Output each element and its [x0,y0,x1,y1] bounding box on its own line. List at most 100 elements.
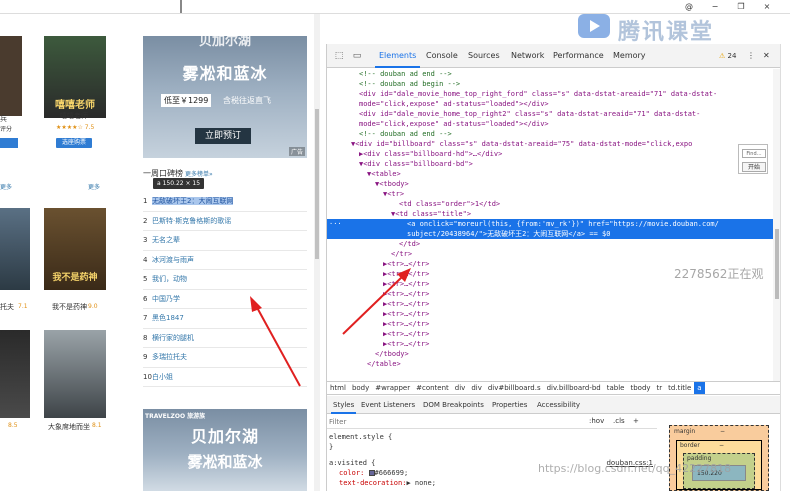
breadcrumb-item[interactable]: div.billboard-bd [544,382,604,394]
chart-item-title[interactable]: 我们，动物 [152,275,187,283]
close-button[interactable]: × [756,0,778,13]
movie-title-cutoff[interactable]: 托夫 [0,302,14,312]
tab-sources[interactable]: Sources [464,44,504,68]
movie-title[interactable]: 我不是药神 [52,302,87,312]
chart-item-title[interactable]: 无名之辈 [152,236,180,244]
chart-item-title[interactable]: 横行家的腿机 [152,334,194,342]
dom-node[interactable]: ▼<table> [327,169,773,179]
movie-poster[interactable] [44,330,106,418]
movie-poster[interactable]: 嘻嘻老师 [44,36,106,118]
breadcrumb-item[interactable]: html [327,382,349,394]
movie-poster-cutoff[interactable] [0,36,22,116]
tab-console[interactable]: Console [422,44,462,68]
dom-node[interactable]: <!-- douban ad end --> [327,69,773,79]
page-scroll-thumb[interactable] [315,109,319,259]
dom-node-selected[interactable]: subject/20438964/">无敌破坏王2：大闹互联网</a> == $… [327,229,773,239]
subtab-dom-breakpoints[interactable]: DOM Breakpoints [421,396,486,414]
tab-performance[interactable]: Performance [549,44,608,68]
tab-network[interactable]: Network [507,44,548,68]
window-scrollbar[interactable] [780,44,790,491]
dom-node[interactable]: </tr> [327,249,773,259]
subtab-styles[interactable]: Styles [331,396,357,414]
movie-title[interactable]: 大象席地而坐 [48,422,90,432]
dom-node[interactable]: ▶<div class="billboard-hd">…</div> [327,149,773,159]
more-link[interactable]: 更多 [88,182,100,191]
movie-title-cutoff[interactable]: 兵 [0,114,7,124]
dom-node[interactable]: ▼<div class="billboard-bd"> [327,159,773,169]
dom-node[interactable]: ▼<tbody> [327,179,773,189]
new-rule-button[interactable]: + [633,416,639,427]
breadcrumb-item[interactable]: #content [413,382,452,394]
movie-poster-cutoff[interactable] [0,208,30,290]
advertisement-banner-2[interactable]: TRAVELZOO 旅游族 贝加尔湖 雾凇和蓝冰 [143,409,307,491]
dom-node[interactable]: <div id="dale_movie_home_top_right_ford"… [327,89,773,99]
css-declaration-decoration[interactable]: text-decoration:▶ none; [339,478,436,489]
breadcrumb-item[interactable]: td.title [665,382,694,394]
movie-poster-cutoff[interactable] [0,330,30,418]
find-start-button[interactable]: 开始 [742,162,766,172]
dom-node[interactable]: <td class="order">1</td> [327,199,773,209]
class-toggle[interactable]: .cls [613,416,625,427]
maximize-button[interactable]: ❐ [730,0,752,13]
hover-state-toggle[interactable]: :hov [589,416,604,427]
movie-poster[interactable]: 我不是药神 [44,208,106,290]
breadcrumb-item[interactable]: a [694,382,705,394]
chart-item[interactable]: 3 无名之辈 [143,231,307,251]
chart-item-title[interactable]: 白小姐 [152,373,173,381]
dom-node[interactable]: ▼<div id="billboard" class="s" data-dsta… [327,139,773,149]
dom-node[interactable]: mode="click,expose" ad-status="loaded"><… [327,99,773,109]
dom-scrollbar[interactable] [773,69,780,381]
chart-item-title[interactable]: 巴斯特·斯克鲁格斯的歌谣 [152,217,231,225]
chart-item[interactable]: 4 冰河渡与雨声 [143,251,307,270]
styles-filter-input[interactable] [329,416,529,428]
chart-item-title[interactable]: 中国乃学 [152,295,180,303]
dom-node[interactable]: <!-- douban ad end --> [327,129,773,139]
breadcrumb-item[interactable]: div#billboard.s [485,382,544,394]
dom-node[interactable]: ▶<tr>…</tr> [327,339,773,349]
css-value-decoration[interactable]: ▶ none; [406,479,436,487]
page-scrollbar[interactable] [314,14,320,491]
devtools-menu-icon[interactable]: ⋮ [743,44,759,68]
dom-node[interactable]: <div id="dale_movie_home_top_right2" cla… [327,109,773,119]
advertisement-banner[interactable]: 贝加尔湖 雾凇和蓝冰 低至￥1299 含税往返直飞 立即预订 广告 [143,36,307,158]
profile-icon[interactable]: @ [678,0,700,13]
breadcrumb-item[interactable]: body [349,382,372,394]
dom-node[interactable]: </table> [327,359,773,369]
subtab-accessibility[interactable]: Accessibility [535,396,582,414]
breadcrumb-item[interactable]: div [468,382,485,394]
subtab-event-listeners[interactable]: Event Listeners [359,396,417,414]
breadcrumb-item[interactable]: div [452,382,469,394]
more-charts-link[interactable]: 更多榜单» [185,171,213,178]
dom-node-selected[interactable]: <a onclick="moreurl(this, {from:'mv_rk'}… [327,219,773,229]
buy-ticket-button[interactable]: 选座购票 [56,138,92,148]
breadcrumb-item[interactable]: tr [654,382,666,394]
dom-node[interactable]: ▼<tr> [327,189,773,199]
chart-item-title[interactable]: 多瑞拉托夫 [152,353,187,361]
chart-item-title[interactable]: 冰河渡与雨声 [152,256,194,264]
subtab-properties[interactable]: Properties [490,396,529,414]
dom-scroll-thumb[interactable] [775,229,779,299]
movie-title[interactable]: 嘻嘻老师 [60,111,88,121]
chart-item[interactable]: 2 巴斯特·斯克鲁格斯的歌谣 [143,212,307,231]
css-value-color[interactable]: #666699; [375,469,409,477]
chart-item-title[interactable]: 无敌破坏王2：大闹互联网 [152,197,234,205]
dom-node[interactable]: </tbody> [327,349,773,359]
margin-value[interactable]: − [720,428,725,435]
border-value[interactable]: − [719,442,724,449]
device-toolbar-icon[interactable]: ▭ [351,50,363,62]
chart-item[interactable]: 1 无敌破坏王2：大闹互联网 [143,192,307,212]
book-now-button[interactable]: 立即预订 [195,128,251,144]
dom-node[interactable]: ▼<td class="title"> [327,209,773,219]
inspect-element-icon[interactable]: ⬚ [333,50,345,62]
dom-node[interactable]: mode="click,expose" ad-status="loaded"><… [327,119,773,129]
more-link-cutoff[interactable]: 更多 [0,182,12,191]
find-input[interactable]: Find… [742,149,766,158]
buy-ticket-button-cutoff[interactable] [0,138,18,148]
chart-item[interactable]: 5 我们，动物 [143,270,307,290]
chart-item-title[interactable]: 黑色1847 [152,314,184,322]
breadcrumb-item[interactable]: table [604,382,628,394]
minimize-button[interactable]: − [704,0,726,13]
breadcrumb-item[interactable]: tbody [627,382,653,394]
devtools-close-icon[interactable]: ✕ [759,44,774,68]
tab-elements[interactable]: Elements [375,44,421,68]
